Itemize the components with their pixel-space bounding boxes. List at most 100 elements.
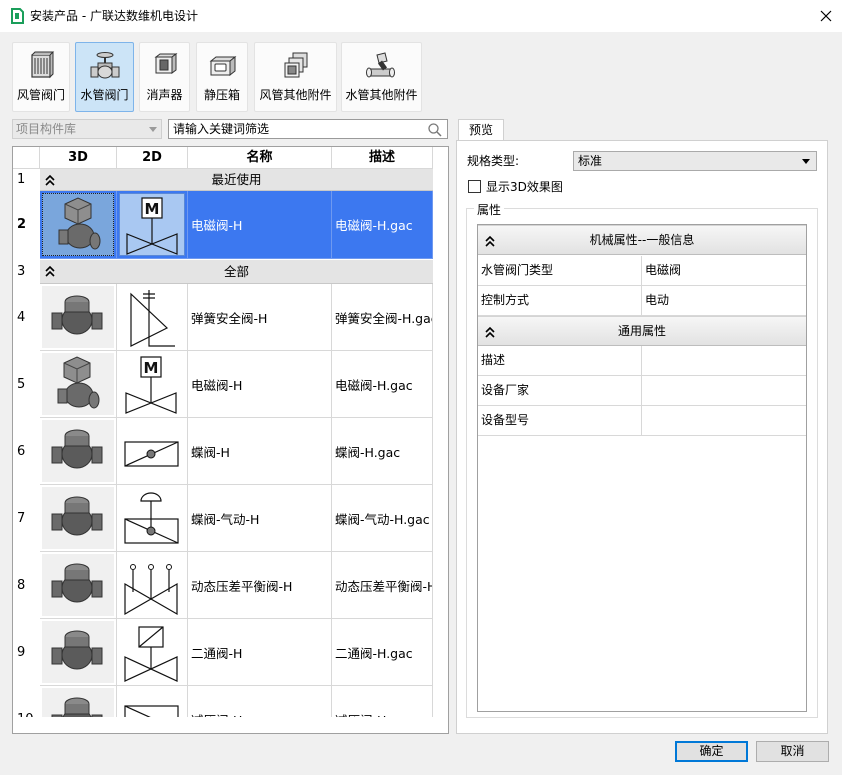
- name-cell: 动态压差平衡阀-H: [188, 552, 332, 619]
- name-cell: 减压阀-H: [188, 686, 332, 717]
- category-label: 风管阀门: [16, 88, 65, 102]
- category-silencer[interactable]: 消声器: [139, 42, 190, 112]
- row-number: 6: [17, 444, 26, 459]
- valve-2d-symbol: [124, 626, 178, 682]
- close-icon: [820, 10, 832, 22]
- desc-cell: 蝶阀-H.gac: [332, 418, 433, 485]
- property-key: 设备厂家: [478, 376, 642, 405]
- symbol-2d-cell: [117, 485, 188, 552]
- thumb-3d-cell: [40, 619, 117, 686]
- chevron-down-icon: [149, 127, 157, 132]
- desc-cell: 电磁阀-H.gac: [332, 191, 433, 259]
- category-label: 水管阀门: [80, 88, 129, 102]
- valve-3d-thumbnail: [42, 554, 114, 616]
- component-grid-body: 3D 2D 名称 描述 1 最近使用 2 电磁阀-H 电磁阀-H.gac 3 全…: [13, 147, 433, 717]
- thumb-3d-cell: [40, 191, 117, 259]
- plenum-box-icon: [209, 55, 237, 77]
- valve-2d-symbol: [124, 441, 179, 467]
- category-pipe-fitting[interactable]: 水管其他附件: [341, 42, 422, 112]
- search-icon[interactable]: [427, 122, 443, 138]
- search-box[interactable]: [168, 119, 448, 139]
- category-water-valve[interactable]: 水管阀门: [75, 42, 134, 112]
- thumb-3d-cell: [40, 485, 117, 552]
- properties-label: 属性: [474, 201, 505, 218]
- category-plenum-box[interactable]: 静压箱: [196, 42, 248, 112]
- property-row[interactable]: 水管阀门类型 电磁阀: [478, 256, 806, 286]
- row-number: 3: [17, 264, 26, 279]
- valve-3d-thumbnail: [42, 688, 114, 717]
- name-cell: 电磁阀-H: [188, 351, 332, 418]
- property-key: 控制方式: [478, 286, 642, 315]
- name-cell: 弹簧安全阀-H: [188, 284, 332, 351]
- row-number: 2: [17, 217, 27, 232]
- tab-preview[interactable]: 预览: [458, 119, 504, 141]
- spec-type-select[interactable]: 标准: [573, 151, 817, 171]
- chevron-down-icon: [802, 159, 810, 164]
- symbol-2d-cell: [117, 284, 188, 351]
- row-number: 9: [17, 645, 26, 660]
- row-number: 8: [17, 578, 26, 593]
- property-value[interactable]: 电动: [642, 286, 806, 315]
- desc-cell: 动态压差平衡阀-H.gac: [332, 552, 433, 619]
- property-value[interactable]: [642, 376, 806, 405]
- row-number: 7: [17, 511, 26, 526]
- window-title: 安装产品 - 广联达数维机电设计: [30, 9, 198, 23]
- row-number: 4: [17, 310, 26, 325]
- collapse-icon: [45, 174, 55, 186]
- property-group-general[interactable]: 通用属性: [478, 316, 806, 346]
- search-input[interactable]: [171, 121, 421, 137]
- column-header-desc[interactable]: 描述: [332, 147, 433, 169]
- row-number-header: [13, 147, 40, 169]
- column-header-3d[interactable]: 3D: [40, 147, 117, 169]
- symbol-2d-cell: [117, 191, 188, 259]
- group-header-recent[interactable]: 最近使用: [40, 169, 433, 191]
- property-group-label: 通用属性: [617, 324, 666, 338]
- desc-cell: 弹簧安全阀-H.gac: [332, 284, 433, 351]
- column-header-2d[interactable]: 2D: [117, 147, 188, 169]
- show-3d-checkbox[interactable]: [468, 180, 481, 193]
- thumb-3d-cell: [40, 284, 117, 351]
- property-row[interactable]: 设备型号: [478, 406, 806, 436]
- property-row[interactable]: 控制方式 电动: [478, 286, 806, 316]
- property-group-mechanical[interactable]: 机械属性--一般信息: [478, 225, 806, 255]
- property-row[interactable]: 描述: [478, 346, 806, 376]
- property-key: 水管阀门类型: [478, 256, 642, 285]
- app-logo-icon: [11, 8, 24, 24]
- property-value[interactable]: 电磁阀: [642, 256, 806, 285]
- thumb-3d-cell: [40, 418, 117, 485]
- symbol-2d-cell: [117, 552, 188, 619]
- category-label: 静压箱: [203, 88, 240, 102]
- category-duct-valve[interactable]: 风管阀门: [12, 42, 70, 112]
- property-value[interactable]: [642, 406, 806, 435]
- column-header-name[interactable]: 名称: [188, 147, 332, 169]
- cancel-button[interactable]: 取消: [756, 741, 829, 762]
- desc-cell: 蝶阀-气动-H.gac: [332, 485, 433, 552]
- name-cell: 蝶阀-气动-H: [188, 485, 332, 552]
- library-select[interactable]: 项目构件库: [12, 119, 162, 139]
- symbol-2d-cell: [117, 418, 188, 485]
- valve-3d-thumbnail: [42, 193, 114, 256]
- row-number: 5: [17, 377, 26, 392]
- thumb-3d-cell: [40, 351, 117, 418]
- category-label: 水管其他附件: [345, 88, 418, 102]
- group-header-all[interactable]: 全部: [40, 260, 433, 284]
- duct-fitting-icon: [284, 52, 307, 78]
- close-button[interactable]: [810, 0, 842, 32]
- desc-cell: 电磁阀-H.gac: [332, 351, 433, 418]
- name-cell: 电磁阀-H: [188, 191, 332, 259]
- valve-2d-symbol: [125, 356, 177, 414]
- category-duct-fitting[interactable]: 风管其他附件: [254, 42, 337, 112]
- row-number: 1: [17, 172, 26, 187]
- valve-3d-thumbnail: [42, 621, 114, 683]
- valve-2d-symbol: [124, 705, 179, 717]
- property-key: 设备型号: [478, 406, 642, 435]
- show-3d-label[interactable]: 显示3D效果图: [486, 178, 563, 195]
- valve-2d-symbol: [124, 563, 178, 615]
- group-label: 全部: [223, 264, 249, 279]
- property-value[interactable]: [642, 346, 806, 375]
- valve-2d-symbol: [124, 492, 179, 544]
- property-row[interactable]: 设备厂家: [478, 376, 806, 406]
- name-cell: 二通阀-H: [188, 619, 332, 686]
- symbol-2d-cell: [117, 619, 188, 686]
- ok-button[interactable]: 确定: [675, 741, 748, 762]
